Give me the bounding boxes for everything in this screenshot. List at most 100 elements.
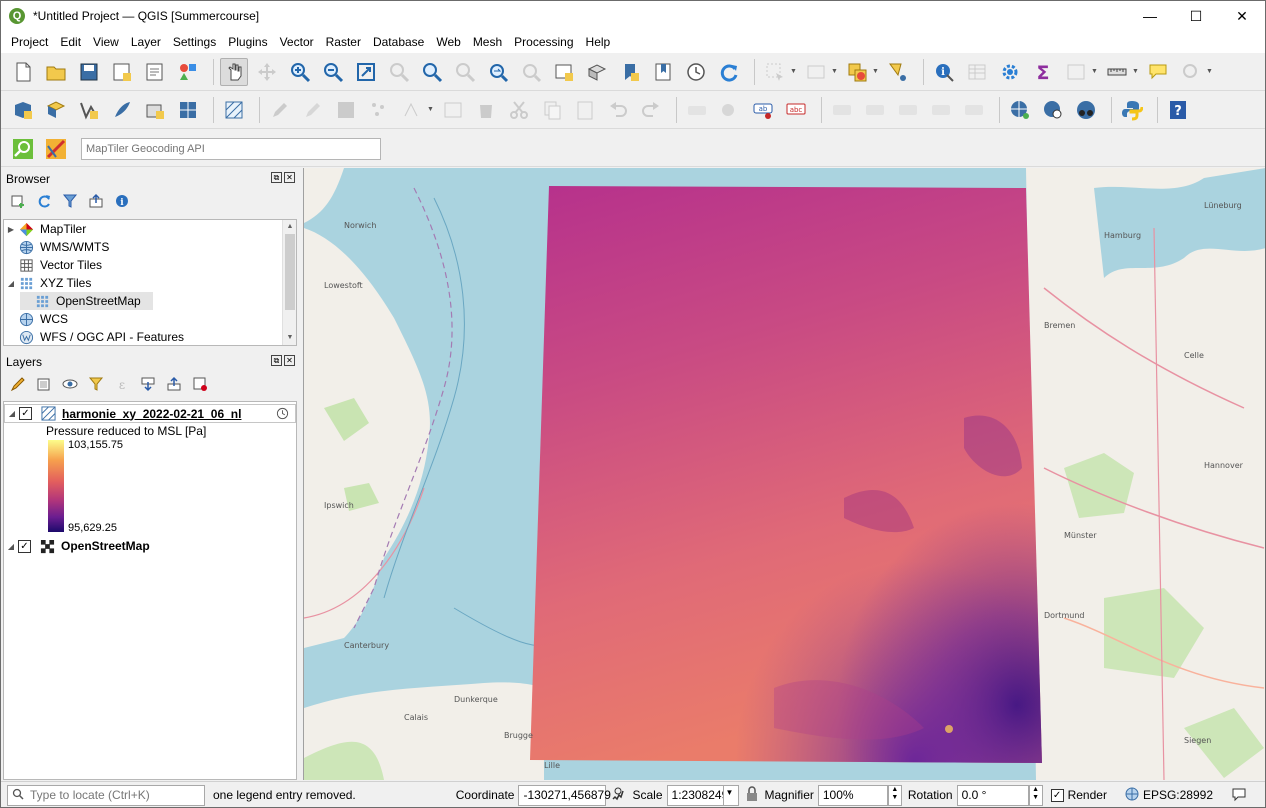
collapse-all-icon[interactable] [165,375,183,393]
measure-dropdown-icon[interactable]: ▼ [1132,68,1140,75]
browser-scrollbar[interactable]: ▲ ▼ [282,220,296,345]
current-edits-icon[interactable] [299,96,327,124]
copy-features-icon[interactable] [538,96,566,124]
filter-legend-icon[interactable] [87,375,105,393]
deselect-all-icon[interactable] [843,58,871,86]
delete-selected-icon[interactable] [472,96,500,124]
properties-icon[interactable]: i [113,192,131,210]
float-panel-icon[interactable]: ⧉ [271,172,282,183]
add-wms-layer-icon[interactable] [1006,96,1034,124]
zoom-out-icon[interactable] [319,58,347,86]
highlight-pinned-icon[interactable] [861,96,889,124]
render-checkbox[interactable]: ✓ [1050,788,1064,802]
zoom-native-icon[interactable] [451,58,479,86]
scroll-down-icon[interactable]: ▼ [283,331,296,345]
add-selected-layers-icon[interactable] [9,192,27,210]
lock-scale-icon[interactable] [745,785,759,805]
menu-help[interactable]: Help [580,35,617,49]
select-by-value-dropdown-icon[interactable]: ▼ [831,68,839,75]
menu-web[interactable]: Web [430,35,466,49]
rotate-label-icon[interactable] [894,96,922,124]
browser-item-xyz-tiles[interactable]: ◢ XYZ Tiles [4,274,296,292]
zoom-to-selection-icon[interactable] [385,58,413,86]
temporal-controller-icon[interactable] [682,58,710,86]
collapse-arrow-icon[interactable]: ◢ [4,279,18,288]
magnifier-field[interactable]: 100% [817,784,888,806]
pan-to-selection-icon[interactable] [253,58,281,86]
crs-button[interactable]: EPSG:28992 [1143,788,1213,802]
close-panel-icon[interactable]: ✕ [284,172,295,183]
spatial-query-dropdown-icon[interactable]: ▼ [1206,68,1214,75]
pin-labels-icon[interactable]: ab [749,96,777,124]
maximize-button[interactable]: ☐ [1173,1,1219,31]
locator-search-icon[interactable] [9,135,37,163]
browser-item-wcs[interactable]: WCS [4,310,296,328]
statistics-sum-icon[interactable]: Σ [1029,58,1057,86]
zoom-to-layer-icon[interactable] [418,58,446,86]
add-group-icon[interactable] [35,375,53,393]
python-console-icon[interactable] [1118,96,1146,124]
select-by-value-icon[interactable] [802,58,830,86]
browser-item-vector-tiles[interactable]: Vector Tiles [4,256,296,274]
change-label-icon[interactable] [927,96,955,124]
browser-item-maptiler[interactable]: ▶ MapTiler [4,220,296,238]
remove-layer-icon[interactable] [191,375,209,393]
map-canvas[interactable]: Norwich Lowestoft Calais Dunkerque Münster Ha… [303,168,1265,780]
zoom-next-icon[interactable] [517,58,545,86]
layer-visibility-checkbox[interactable]: ✓ [19,407,32,420]
paste-features-icon[interactable] [571,96,599,124]
zoom-full-icon[interactable] [352,58,380,86]
expand-arrow-icon[interactable]: ▶ [4,225,18,234]
redo-icon[interactable] [637,96,665,124]
help-icon[interactable]: ? [1164,96,1192,124]
processing-toolbox-icon[interactable] [996,58,1024,86]
locator-bar[interactable]: Type to locate (Ctrl+K) [7,784,205,806]
manage-map-themes-icon[interactable] [61,375,79,393]
scroll-thumb[interactable] [285,234,295,310]
browser-item-wfs[interactable]: WFS / OGC API - Features [4,328,296,345]
scale-field[interactable]: 1:2308249 [666,784,728,806]
new-shapefile-icon[interactable] [75,96,103,124]
zoom-in-icon[interactable] [286,58,314,86]
rotation-spin-icon[interactable]: ▲ ▼ [1028,784,1043,806]
scale-dropdown-icon[interactable]: ▼ [722,784,739,806]
select-dropdown-icon[interactable]: ▼ [790,68,798,75]
toggle-extents-icon[interactable] [610,786,626,805]
show-hide-labels-icon[interactable]: abc [782,96,810,124]
refresh-browser-icon[interactable] [35,192,53,210]
undo-icon[interactable] [604,96,632,124]
vertex-dropdown-icon[interactable]: ▼ [427,106,435,113]
menu-settings[interactable]: Settings [167,35,222,49]
vertex-tool-icon[interactable] [398,96,426,124]
style-manager-icon[interactable] [174,58,202,86]
collapse-arrow-icon[interactable]: ◢ [5,409,19,418]
maptiler-plugin-icon[interactable] [42,135,70,163]
metasearch-icon[interactable] [1039,96,1067,124]
select-features-icon[interactable] [761,58,789,86]
messages-icon[interactable] [1231,786,1247,805]
spatial-query-icon[interactable] [1177,58,1205,86]
zoom-last-icon[interactable] [484,58,512,86]
close-button[interactable]: ✕ [1219,1,1265,31]
menu-project[interactable]: Project [5,35,54,49]
coordinate-field[interactable]: -130271,456879 [518,784,611,806]
layer-row-harmonie[interactable]: ◢ ✓ harmonie_xy_2022-02-21_06_nl [4,404,296,423]
modify-attributes-icon[interactable] [439,96,467,124]
crs-globe-icon[interactable] [1125,787,1139,804]
add-vector-layer-icon[interactable] [42,96,70,124]
new-geopackage-icon[interactable] [108,96,136,124]
minimize-button[interactable]: — [1127,1,1173,31]
add-mesh-layer-icon[interactable] [220,96,248,124]
label-properties-icon[interactable] [960,96,988,124]
filter-browser-icon[interactable] [61,192,79,210]
attribute-table-icon[interactable] [963,58,991,86]
menu-view[interactable]: View [87,35,125,49]
save-edits-icon[interactable] [332,96,360,124]
select-location-icon[interactable] [884,58,912,86]
open-field-calculator-icon[interactable] [1062,58,1090,86]
magnifier-spin-icon[interactable]: ▲ ▼ [887,784,902,806]
browser-item-wms-wmts[interactable]: WMS/WMTS [4,238,296,256]
add-feature-icon[interactable] [365,96,393,124]
add-raster-layer-icon[interactable] [174,96,202,124]
map-tips-icon[interactable] [1144,58,1172,86]
